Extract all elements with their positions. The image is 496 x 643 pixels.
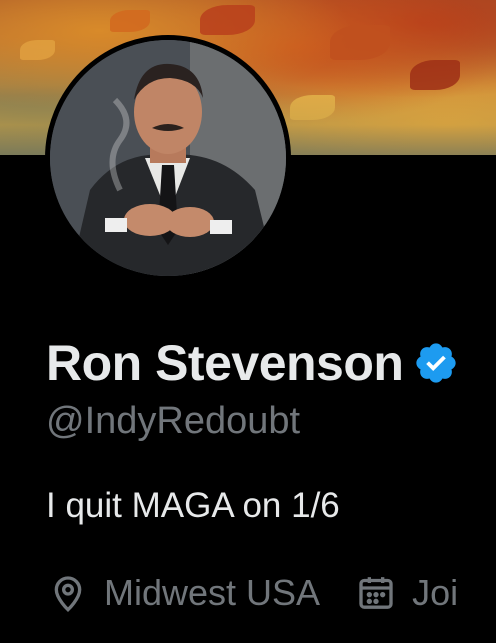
avatar-photo [50,40,286,276]
location-item: Midwest USA [48,572,320,614]
banner-leaf [330,25,390,60]
verified-badge-icon[interactable] [413,340,459,386]
banner-leaf [200,5,255,35]
display-name: Ron Stevenson [46,335,404,391]
profile-name-row: Ron Stevenson [46,333,459,393]
calendar-icon [356,573,396,613]
profile-handle: @IndyRedoubt [46,400,301,442]
profile-meta-row: Midwest USA Joi [48,570,494,616]
join-date-text: Joi [412,572,459,613]
banner-leaf [20,40,55,60]
banner-leaf [110,10,150,32]
location-text: Midwest USA [104,572,321,613]
profile-avatar[interactable] [45,35,291,281]
join-date-item: Joi [356,572,458,614]
avatar-portrait-illustration [50,40,286,276]
banner-leaf [410,60,460,90]
profile-bio: I quit MAGA on 1/6 [46,486,340,525]
location-pin-icon [48,573,88,613]
